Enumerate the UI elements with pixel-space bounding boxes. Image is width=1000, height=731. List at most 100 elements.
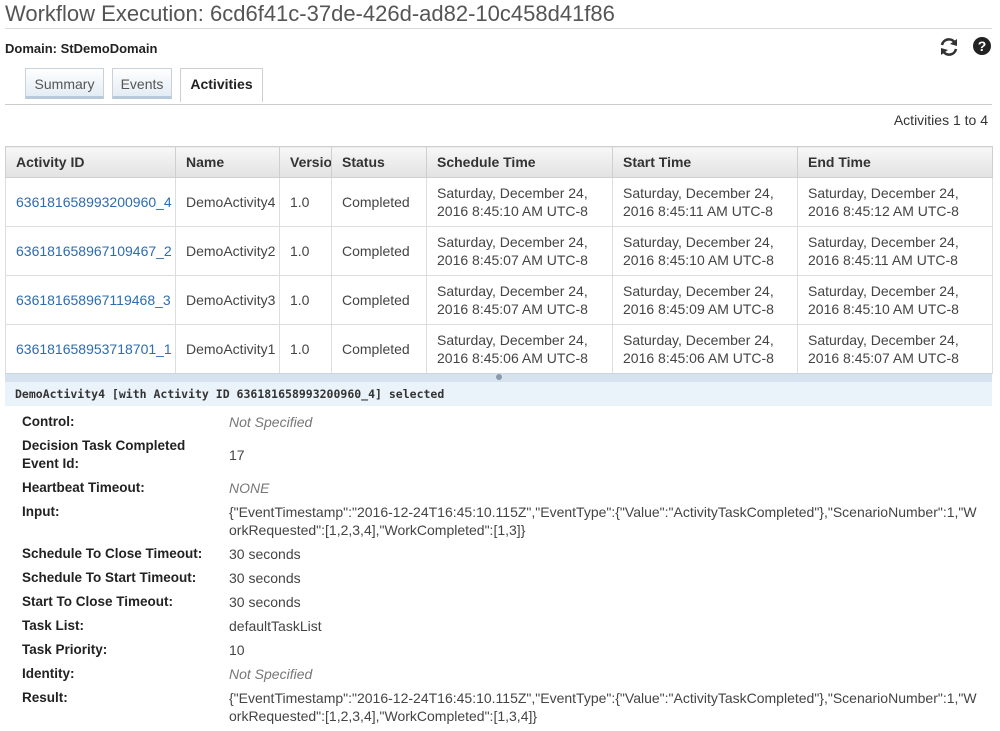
date-line: Saturday, December 24,: [437, 185, 588, 201]
splitter-grip-icon[interactable]: [496, 374, 502, 380]
detail-value: 10: [229, 642, 245, 658]
activity-id-link[interactable]: 636181658967109467_2: [5, 226, 176, 276]
column-header-activity-id[interactable]: Activity ID: [5, 146, 176, 178]
date-line: Saturday, December 24,: [808, 185, 959, 201]
activity-status: Completed: [331, 275, 427, 325]
column-header-name[interactable]: Name: [175, 146, 280, 178]
activity-version: 1.0: [279, 275, 332, 325]
table-row[interactable]: 636181658967119468_3 DemoActivity3 1.0 C…: [5, 275, 993, 325]
activity-status: Completed: [331, 324, 427, 374]
activity-name: DemoActivity4: [175, 177, 280, 227]
date-line: Saturday, December 24,: [437, 332, 588, 348]
page-title: Workflow Execution: 6cd6f41c-37de-426d-a…: [5, 1, 615, 26]
schedule-time-cell: Saturday, December 24, 2016 8:45:07 AM UT…: [426, 226, 613, 276]
table-header-row: Activity ID Name Versio Status Schedule …: [5, 146, 993, 178]
detail-label: Start To Close Timeout:: [22, 594, 174, 609]
activity-id-link[interactable]: 636181658993200960_4: [5, 177, 176, 227]
start-time-cell: Saturday, December 24, 2016 8:45:11 AM UT…: [612, 177, 798, 227]
time-line: 2016 8:45:06 AM UTC-8: [623, 350, 774, 366]
activity-name: DemoActivity2: [175, 226, 280, 276]
help-icon[interactable]: ?: [972, 36, 994, 58]
svg-text:?: ?: [978, 38, 987, 54]
detail-value: defaultTaskList: [229, 618, 322, 634]
detail-value: NONE: [229, 480, 270, 496]
detail-label: Input:: [22, 504, 60, 519]
refresh-icon[interactable]: [938, 36, 960, 58]
activity-name: DemoActivity3: [175, 275, 280, 325]
date-line: Saturday, December 24,: [623, 234, 774, 250]
title-divider: [5, 28, 992, 29]
detail-label: Task List:: [22, 618, 85, 633]
activity-status: Completed: [331, 226, 427, 276]
detail-label: Identity:: [22, 666, 75, 681]
activity-version: 1.0: [279, 226, 332, 276]
time-line: 2016 8:45:07 AM UTC-8: [808, 350, 959, 366]
detail-value: {"EventTimestamp":"2016-12-24T16:45:10.1…: [229, 690, 977, 724]
end-time-cell: Saturday, December 24, 2016 8:45:07 AM UT…: [797, 324, 993, 374]
table-row[interactable]: 636181658953718701_1 DemoActivity1 1.0 C…: [5, 324, 993, 374]
detail-label: Control:: [22, 414, 75, 429]
domain-label: Domain: StDemoDomain: [5, 41, 158, 56]
start-time-cell: Saturday, December 24, 2016 8:45:06 AM UT…: [612, 324, 798, 374]
date-line: Saturday, December 24,: [808, 332, 959, 348]
activity-version: 1.0: [279, 324, 332, 374]
detail-label: Task Priority:: [22, 642, 108, 657]
detail-value: 30 seconds: [229, 570, 301, 586]
date-line: Saturday, December 24,: [623, 332, 774, 348]
detail-value: 17: [229, 447, 245, 463]
time-line: 2016 8:45:11 AM UTC-8: [808, 252, 958, 268]
date-line: Saturday, December 24,: [623, 185, 774, 201]
column-header-end-time[interactable]: End Time: [797, 146, 993, 178]
schedule-time-cell: Saturday, December 24, 2016 8:45:10 AM UT…: [426, 177, 613, 227]
date-line: Saturday, December 24,: [623, 283, 774, 299]
activity-version: 1.0: [279, 177, 332, 227]
activity-name: DemoActivity1: [175, 324, 280, 374]
schedule-time-cell: Saturday, December 24, 2016 8:45:06 AM UT…: [426, 324, 613, 374]
time-line: 2016 8:45:07 AM UTC-8: [437, 252, 588, 268]
time-line: 2016 8:45:10 AM UTC-8: [808, 301, 959, 317]
tabs-divider: [5, 104, 992, 105]
column-header-schedule-time[interactable]: Schedule Time: [426, 146, 613, 178]
time-line: 2016 8:45:07 AM UTC-8: [437, 301, 588, 317]
end-time-cell: Saturday, December 24, 2016 8:45:11 AM UT…: [797, 226, 993, 276]
time-line: 2016 8:45:12 AM UTC-8: [808, 203, 959, 219]
column-header-status[interactable]: Status: [331, 146, 427, 178]
tab-activities[interactable]: Activities: [180, 68, 263, 102]
tab-summary[interactable]: Summary: [25, 68, 104, 99]
detail-label: Decision Task Completed Event Id:: [22, 438, 186, 471]
date-line: Saturday, December 24,: [437, 283, 588, 299]
table-row[interactable]: 636181658967109467_2 DemoActivity2 1.0 C…: [5, 226, 993, 276]
activities-count: Activities 1 to 4: [893, 112, 988, 128]
pane-splitter[interactable]: [5, 373, 992, 382]
time-line: 2016 8:45:06 AM UTC-8: [437, 350, 588, 366]
start-time-cell: Saturday, December 24, 2016 8:45:10 AM UT…: [612, 226, 798, 276]
detail-label: Schedule To Close Timeout:: [22, 546, 203, 561]
activity-id-link[interactable]: 636181658953718701_1: [5, 324, 176, 374]
activity-id-link[interactable]: 636181658967119468_3: [5, 275, 176, 325]
start-time-cell: Saturday, December 24, 2016 8:45:09 AM UT…: [612, 275, 798, 325]
detail-value: Not Specified: [229, 666, 313, 682]
time-line: 2016 8:45:11 AM UTC-8: [623, 203, 773, 219]
detail-value: 30 seconds: [229, 546, 301, 562]
time-line: 2016 8:45:09 AM UTC-8: [623, 301, 774, 317]
end-time-cell: Saturday, December 24, 2016 8:45:12 AM UT…: [797, 177, 993, 227]
date-line: Saturday, December 24,: [808, 283, 959, 299]
activities-table: Activity ID Name Versio Status Schedule …: [5, 146, 993, 374]
table-row[interactable]: 636181658993200960_4 DemoActivity4 1.0 C…: [5, 177, 993, 227]
column-header-version[interactable]: Versio: [279, 146, 332, 178]
time-line: 2016 8:45:10 AM UTC-8: [623, 252, 774, 268]
activity-status: Completed: [331, 177, 427, 227]
date-line: Saturday, December 24,: [437, 234, 588, 250]
detail-label: Heartbeat Timeout:: [22, 480, 145, 495]
tab-events[interactable]: Events: [112, 68, 172, 99]
detail-label: Schedule To Start Timeout:: [22, 570, 197, 585]
date-line: Saturday, December 24,: [808, 234, 959, 250]
time-line: 2016 8:45:10 AM UTC-8: [437, 203, 588, 219]
end-time-cell: Saturday, December 24, 2016 8:45:10 AM UT…: [797, 275, 993, 325]
schedule-time-cell: Saturday, December 24, 2016 8:45:07 AM UT…: [426, 275, 613, 325]
detail-label: Result:: [22, 690, 68, 705]
detail-value: {"EventTimestamp":"2016-12-24T16:45:10.1…: [229, 504, 977, 538]
detail-value: 30 seconds: [229, 594, 301, 610]
column-header-start-time[interactable]: Start Time: [612, 146, 798, 178]
detail-value: Not Specified: [229, 414, 313, 430]
